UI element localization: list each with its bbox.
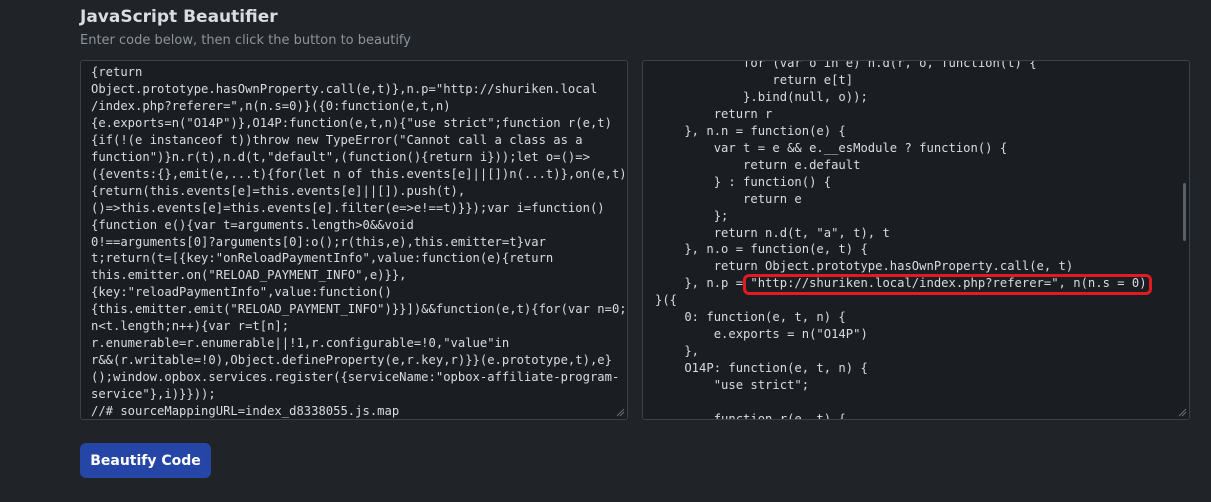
input-code-text[interactable]: {return Object.prototype.hasOwnProperty.… xyxy=(91,64,627,419)
resize-handle-icon[interactable] xyxy=(615,407,625,417)
output-code-text[interactable]: for (var o in e) n.d(r, o, function(t) {… xyxy=(655,61,1175,419)
beautify-code-button[interactable]: Beautify Code xyxy=(80,443,211,478)
page-title: JavaScript Beautifier xyxy=(80,7,278,27)
page: JavaScript Beautifier Enter code below, … xyxy=(0,0,1211,502)
input-code-editor[interactable]: {return Object.prototype.hasOwnProperty.… xyxy=(80,60,628,420)
output-code-editor[interactable]: for (var o in e) n.d(r, o, function(t) {… xyxy=(642,60,1190,420)
page-subtitle: Enter code below, then click the button … xyxy=(80,33,411,48)
resize-handle-icon[interactable] xyxy=(1177,407,1187,417)
output-scrollbar[interactable] xyxy=(1183,183,1186,241)
